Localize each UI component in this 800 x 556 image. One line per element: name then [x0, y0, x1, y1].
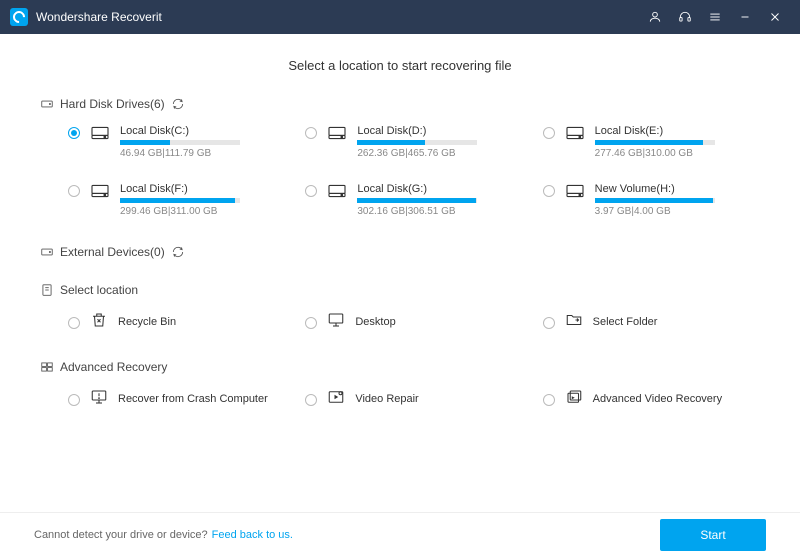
drive-radio[interactable]: [543, 127, 555, 139]
drive-size-text: 3.97 GB|4.00 GB: [595, 206, 760, 217]
video-repair-icon: [327, 388, 345, 409]
option-radio[interactable]: [68, 394, 80, 406]
drive-radio[interactable]: [68, 185, 80, 197]
titlebar: Wondershare Recoverit: [0, 0, 800, 34]
menu-button[interactable]: [700, 0, 730, 34]
drive-radio[interactable]: [305, 185, 317, 197]
disk-icon: [327, 125, 347, 144]
start-button[interactable]: Start: [660, 519, 766, 551]
drive-size-text: 302.16 GB|306.51 GB: [357, 206, 522, 217]
help-button[interactable]: [670, 0, 700, 34]
close-icon: [768, 10, 782, 24]
drive-size-text: 262.36 GB|465.76 GB: [357, 148, 522, 159]
option-label: Desktop: [355, 316, 395, 328]
footer: Cannot detect your drive or device? Feed…: [0, 512, 800, 556]
drive-radio[interactable]: [68, 127, 80, 139]
close-button[interactable]: [760, 0, 790, 34]
option-radio[interactable]: [543, 394, 555, 406]
drive-size-text: 46.94 GB|111.79 GB: [120, 148, 285, 159]
page-title: Select a location to start recovering fi…: [40, 58, 760, 73]
option-radio[interactable]: [305, 317, 317, 329]
option-label: Video Repair: [355, 393, 418, 405]
minimize-icon: [738, 10, 752, 24]
hdd-section: Hard Disk Drives(6) Local Disk(C:) 46.94 …: [40, 97, 760, 217]
option-item[interactable]: Desktop: [305, 311, 522, 332]
advanced-section: Advanced Recovery Recover from Crash Com…: [40, 360, 760, 409]
option-label: Advanced Video Recovery: [593, 393, 722, 405]
crash-icon: [90, 388, 108, 409]
location-icon: [40, 283, 54, 297]
drive-size-text: 277.46 GB|310.00 GB: [595, 148, 760, 159]
app-title: Wondershare Recoverit: [36, 10, 162, 24]
hdd-icon: [40, 97, 54, 111]
drive-usage-bar: [120, 140, 240, 145]
folder-icon: [565, 311, 583, 332]
option-item[interactable]: Select Folder: [543, 311, 760, 332]
select-location-label: Select location: [60, 283, 138, 297]
external-drive-icon: [40, 245, 54, 259]
headset-icon: [678, 10, 692, 24]
drive-usage-bar: [595, 198, 715, 203]
drive-usage-bar: [120, 198, 240, 203]
option-item[interactable]: Recycle Bin: [68, 311, 285, 332]
recycle-bin-icon: [90, 311, 108, 332]
hdd-section-header: Hard Disk Drives(6): [40, 97, 760, 111]
select-location-section: Select location Recycle Bin Desktop Select…: [40, 283, 760, 332]
option-item[interactable]: Advanced Video Recovery: [543, 388, 760, 409]
main-panel: Select a location to start recovering fi…: [0, 34, 800, 512]
drive-usage-bar: [357, 198, 477, 203]
option-label: Recycle Bin: [118, 316, 176, 328]
drive-item[interactable]: Local Disk(E:) 277.46 GB|310.00 GB: [543, 125, 760, 159]
desktop-icon: [327, 311, 345, 332]
drive-item[interactable]: Local Disk(F:) 299.46 GB|311.00 GB: [68, 183, 285, 217]
option-radio[interactable]: [305, 394, 317, 406]
account-button[interactable]: [640, 0, 670, 34]
disk-icon: [565, 183, 585, 202]
menu-icon: [708, 10, 722, 24]
drive-usage-bar: [595, 140, 715, 145]
disk-icon: [90, 183, 110, 202]
advanced-header: Advanced Recovery: [40, 360, 760, 374]
disk-icon: [327, 183, 347, 202]
option-item[interactable]: Video Repair: [305, 388, 522, 409]
option-label: Select Folder: [593, 316, 658, 328]
drive-radio[interactable]: [543, 185, 555, 197]
hdd-section-label: Hard Disk Drives(6): [60, 97, 165, 111]
drive-label: Local Disk(D:): [357, 125, 522, 137]
refresh-icon[interactable]: [171, 245, 185, 259]
disk-icon: [565, 125, 585, 144]
drive-label: Local Disk(F:): [120, 183, 285, 195]
advanced-label: Advanced Recovery: [60, 360, 167, 374]
footer-text: Cannot detect your drive or device?: [34, 529, 208, 541]
select-location-header: Select location: [40, 283, 760, 297]
advanced-video-icon: [565, 388, 583, 409]
minimize-button[interactable]: [730, 0, 760, 34]
external-section-label: External Devices(0): [60, 245, 165, 259]
drive-label: Local Disk(E:): [595, 125, 760, 137]
drive-label: New Volume(H:): [595, 183, 760, 195]
drive-item[interactable]: New Volume(H:) 3.97 GB|4.00 GB: [543, 183, 760, 217]
drive-usage-bar: [357, 140, 477, 145]
disk-icon: [90, 125, 110, 144]
drive-item[interactable]: Local Disk(C:) 46.94 GB|111.79 GB: [68, 125, 285, 159]
drive-label: Local Disk(C:): [120, 125, 285, 137]
feedback-link[interactable]: Feed back to us.: [212, 529, 293, 541]
advanced-icon: [40, 360, 54, 374]
external-section: External Devices(0): [40, 245, 760, 279]
external-section-header: External Devices(0): [40, 245, 760, 259]
option-item[interactable]: Recover from Crash Computer: [68, 388, 285, 409]
option-radio[interactable]: [68, 317, 80, 329]
app-logo-icon: [10, 8, 28, 26]
user-icon: [648, 10, 662, 24]
drive-item[interactable]: Local Disk(G:) 302.16 GB|306.51 GB: [305, 183, 522, 217]
drive-item[interactable]: Local Disk(D:) 262.36 GB|465.76 GB: [305, 125, 522, 159]
refresh-icon[interactable]: [171, 97, 185, 111]
drive-label: Local Disk(G:): [357, 183, 522, 195]
option-label: Recover from Crash Computer: [118, 393, 268, 405]
drive-size-text: 299.46 GB|311.00 GB: [120, 206, 285, 217]
option-radio[interactable]: [543, 317, 555, 329]
drive-radio[interactable]: [305, 127, 317, 139]
